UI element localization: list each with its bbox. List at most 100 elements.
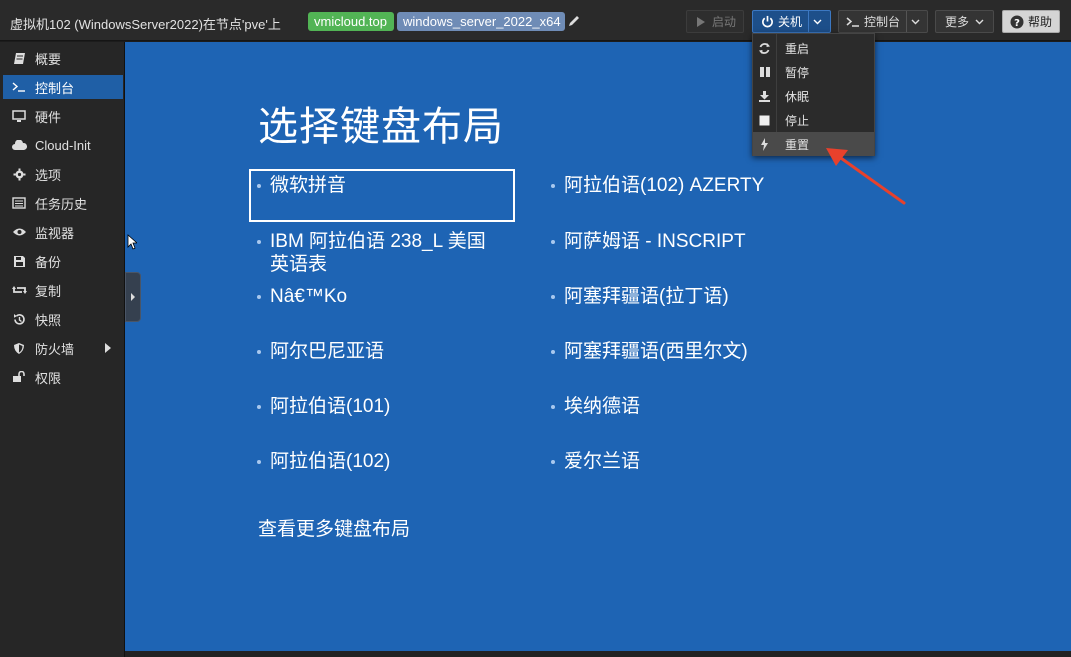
history-icon bbox=[11, 311, 27, 327]
chevron-down-icon bbox=[813, 19, 822, 24]
sidebar: 概要 控制台 硬件 Cloud-Init 选项 任务历史 监视器 备份 复制 快… bbox=[0, 42, 125, 657]
layout-option-azerbaijani-cyrillic[interactable]: 阿塞拜疆语(西里尔文) bbox=[551, 340, 748, 363]
menu-item-hibernate[interactable]: 休眠 bbox=[753, 84, 874, 108]
more-button-label: 更多 bbox=[945, 15, 970, 29]
retweet-icon bbox=[11, 282, 27, 298]
sidebar-item-task-history[interactable]: 任务历史 bbox=[3, 191, 123, 215]
more-button[interactable]: 更多 bbox=[935, 10, 994, 33]
menu-item-label: 暂停 bbox=[785, 65, 810, 80]
sidebar-item-label: 任务历史 bbox=[35, 196, 88, 212]
shutdown-button-label: 关机 bbox=[778, 15, 803, 29]
sidebar-collapse-toggle[interactable] bbox=[125, 272, 141, 322]
vm-console-screen[interactable]: 选择键盘布局 微软拼音 IBM 阿拉伯语 238_L 美国 英语表 Nâ€™Ko… bbox=[125, 42, 1071, 651]
mouse-cursor-icon bbox=[127, 234, 137, 250]
console-button-label: 控制台 bbox=[864, 15, 901, 29]
menu-item-label: 重置 bbox=[785, 137, 810, 152]
monitor-icon bbox=[11, 108, 27, 124]
menu-item-label: 休眠 bbox=[785, 89, 810, 104]
bullet-icon bbox=[551, 184, 555, 188]
list-icon bbox=[11, 195, 27, 211]
sidebar-item-label: 快照 bbox=[35, 312, 62, 328]
menu-item-reboot[interactable]: 重启 bbox=[753, 36, 874, 60]
book-icon bbox=[11, 50, 27, 66]
console-dropdown-toggle[interactable] bbox=[906, 11, 924, 32]
layout-option-azerbaijani-latin[interactable]: 阿塞拜疆语(拉丁语) bbox=[551, 285, 729, 308]
layout-option-albanian[interactable]: 阿尔巴尼亚语 bbox=[257, 340, 385, 363]
sidebar-item-summary[interactable]: 概要 bbox=[3, 46, 123, 70]
sidebar-item-hardware[interactable]: 硬件 bbox=[3, 104, 123, 128]
sidebar-item-replication[interactable]: 复制 bbox=[3, 278, 123, 302]
layout-option-ibm-arabic[interactable]: IBM 阿拉伯语 238_L 美国 英语表 bbox=[257, 230, 486, 276]
console-bottom-bar bbox=[125, 651, 1071, 657]
bullet-icon bbox=[257, 460, 261, 464]
bullet-icon bbox=[257, 184, 261, 188]
power-icon bbox=[759, 14, 775, 30]
bullet-icon bbox=[551, 295, 555, 299]
sidebar-item-label: 监视器 bbox=[35, 225, 75, 241]
bullet-icon bbox=[257, 295, 261, 299]
console-button[interactable]: 控制台 bbox=[838, 10, 928, 33]
sidebar-item-options[interactable]: 选项 bbox=[3, 162, 123, 186]
sidebar-item-label: 硬件 bbox=[35, 109, 62, 125]
bullet-icon bbox=[551, 350, 555, 354]
sidebar-item-cloud-init[interactable]: Cloud-Init bbox=[3, 133, 123, 157]
keyboard-layout-title: 选择键盘布局 bbox=[258, 105, 504, 149]
stop-icon bbox=[753, 115, 776, 126]
bullet-icon bbox=[551, 405, 555, 409]
refresh-icon bbox=[753, 42, 776, 55]
question-circle-icon: ? bbox=[1009, 14, 1025, 30]
layout-option-kannada[interactable]: 埃纳德语 bbox=[551, 395, 641, 418]
sidebar-item-label: 备份 bbox=[35, 254, 62, 270]
sidebar-item-monitor[interactable]: 监视器 bbox=[3, 220, 123, 244]
layout-option-arabic-102-azerty[interactable]: 阿拉伯语(102) AZERTY bbox=[551, 174, 764, 197]
terminal-icon bbox=[845, 14, 861, 30]
tag-vmicloud[interactable]: vmicloud.top bbox=[308, 12, 394, 31]
layout-option-label: 埃纳德语 bbox=[564, 396, 641, 417]
tag-os[interactable]: windows_server_2022_x64 bbox=[397, 12, 565, 31]
sidebar-item-snapshots[interactable]: 快照 bbox=[3, 307, 123, 331]
sidebar-item-firewall[interactable]: 防火墙 bbox=[3, 336, 123, 360]
layout-option-irish[interactable]: 爱尔兰语 bbox=[551, 450, 641, 473]
more-layouts-link[interactable]: 查看更多键盘布局 bbox=[258, 514, 410, 541]
play-icon bbox=[693, 14, 709, 30]
sidebar-item-backup[interactable]: 备份 bbox=[3, 249, 123, 273]
layout-option-arabic-101[interactable]: 阿拉伯语(101) bbox=[257, 395, 391, 418]
submenu-arrow-icon bbox=[105, 343, 111, 353]
pencil-icon[interactable] bbox=[567, 14, 581, 28]
layout-option-label-line2: 英语表 bbox=[270, 254, 328, 275]
layout-option-nko[interactable]: Nâ€™Ko bbox=[257, 285, 347, 308]
bullet-icon bbox=[257, 350, 261, 354]
sidebar-item-label: Cloud-Init bbox=[35, 137, 91, 153]
sidebar-item-console[interactable]: 控制台 bbox=[3, 75, 123, 99]
bullet-icon bbox=[551, 240, 555, 244]
shutdown-button[interactable]: 关机 bbox=[752, 10, 831, 33]
header-bar: 虚拟机102 (WindowsServer2022)在节点'pve'上 vmic… bbox=[0, 0, 1071, 41]
chevron-right-icon bbox=[131, 293, 135, 301]
menu-item-pause[interactable]: 暂停 bbox=[753, 60, 874, 84]
sidebar-item-permissions[interactable]: 权限 bbox=[3, 365, 123, 389]
layout-option-label: 爱尔兰语 bbox=[564, 451, 641, 472]
menu-item-stop[interactable]: 停止 bbox=[753, 108, 874, 132]
terminal-icon bbox=[11, 79, 27, 95]
chevron-down-icon bbox=[975, 19, 984, 24]
layout-option-label: 阿拉伯语(101) bbox=[270, 396, 391, 417]
layout-option-assamese-inscript[interactable]: 阿萨姆语 - INSCRIPT bbox=[551, 230, 746, 253]
menu-item-label: 重启 bbox=[785, 41, 810, 56]
layout-option-microsoft-pinyin[interactable]: 微软拼音 bbox=[257, 174, 347, 197]
shield-icon bbox=[11, 340, 27, 356]
chevron-down-icon bbox=[911, 19, 920, 24]
shutdown-dropdown-toggle[interactable] bbox=[808, 11, 826, 32]
layout-option-label: 阿尔巴尼亚语 bbox=[270, 341, 385, 362]
bullet-icon bbox=[257, 240, 261, 244]
start-button[interactable]: 启动 bbox=[686, 10, 744, 33]
shutdown-menu: 重启 暂停 休眠 停止 重置 bbox=[752, 33, 875, 156]
layout-option-label: 微软拼音 bbox=[270, 175, 347, 196]
sidebar-item-label: 概要 bbox=[35, 51, 62, 67]
annotation-arrow-icon bbox=[826, 148, 906, 205]
layout-option-label: 阿塞拜疆语(西里尔文) bbox=[564, 341, 748, 362]
start-button-label: 启动 bbox=[712, 15, 737, 29]
unlock-icon bbox=[11, 369, 27, 385]
help-button[interactable]: ? 帮助 bbox=[1002, 10, 1060, 33]
layout-option-arabic-102[interactable]: 阿拉伯语(102) bbox=[257, 450, 390, 473]
eye-icon bbox=[11, 224, 27, 240]
